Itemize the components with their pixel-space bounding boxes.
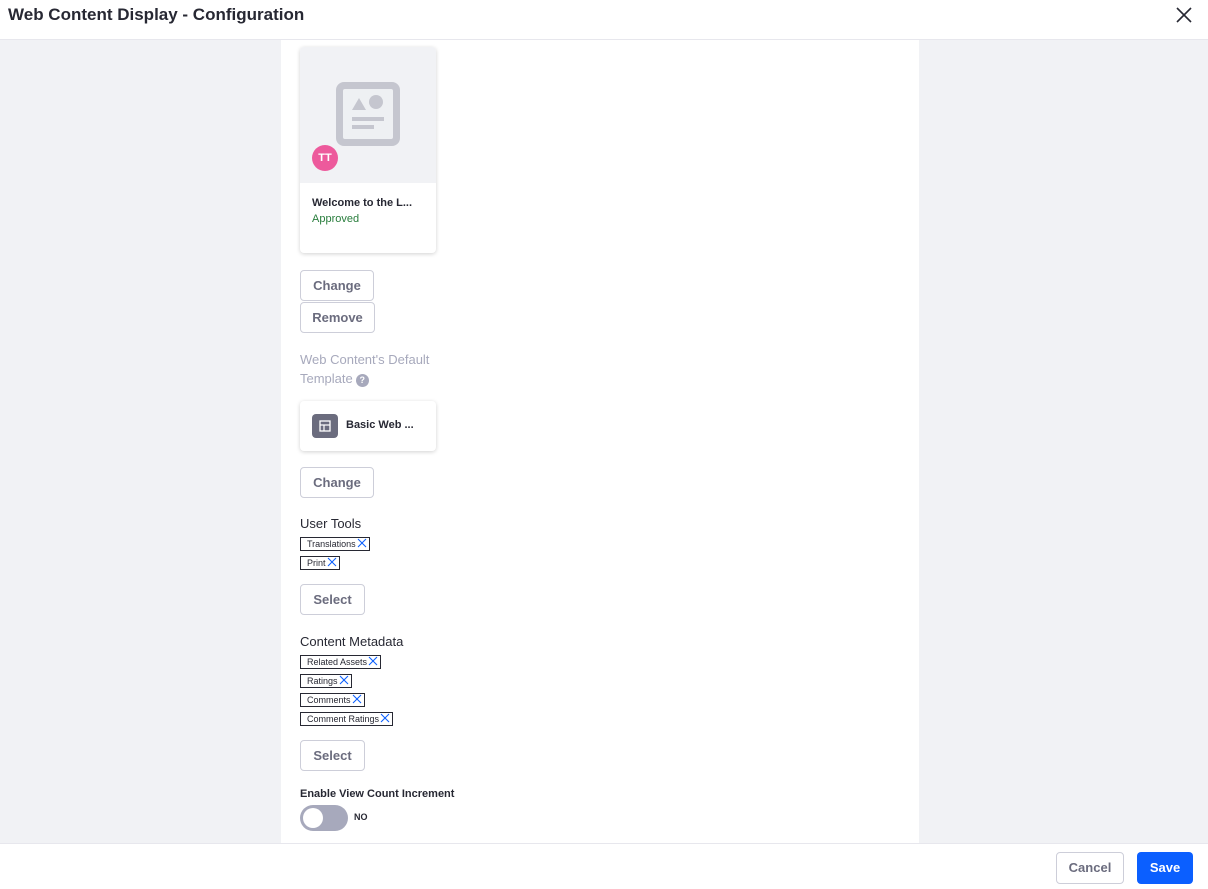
author-avatar: TT [312,145,338,171]
article-status: Approved [312,213,360,225]
template-label-line1: Web Content's Default [300,352,430,367]
remove-tag-icon[interactable] [368,656,378,666]
remove-tag-icon[interactable] [339,675,349,685]
close-button[interactable] [1174,5,1194,25]
remove-tag-icon[interactable] [380,713,390,723]
article-card-image: TT [300,47,436,183]
metadata-tag-comment-ratings: Comment Ratings [300,712,394,726]
remove-tag-icon[interactable] [352,694,362,704]
select-content-metadata-button[interactable]: Select [300,740,365,771]
user-tool-tag-print: Print [300,556,340,570]
user-tool-tag-translations: Translations [300,537,370,551]
modal-title: Web Content Display - Configuration [8,5,305,24]
cancel-button[interactable]: Cancel [1056,852,1124,884]
tag-label: Comment Ratings [307,714,380,724]
toggle-knob [303,808,323,828]
tag-label: Translations [307,539,356,549]
tag-label: Print [307,558,326,568]
tag-label: Related Assets [307,657,368,667]
default-template-card[interactable]: Basic Web ... [300,401,436,451]
tag-label: Ratings [307,676,338,686]
template-label: Web Content's Default Template? [300,350,429,388]
view-count-toggle[interactable] [300,805,348,831]
modal-footer [0,843,1208,889]
view-count-label: Enable View Count Increment [300,788,455,800]
change-template-button[interactable]: Change [300,467,374,498]
close-icon[interactable] [1174,5,1194,25]
metadata-tag-ratings: Ratings [300,674,352,688]
remove-tag-icon[interactable] [327,557,337,567]
metadata-tag-related-assets: Related Assets [300,655,382,669]
modal-header: Web Content Display - Configuration [0,0,1208,40]
remove-article-button[interactable]: Remove [300,302,375,333]
save-button[interactable]: Save [1137,852,1193,884]
template-name: Basic Web ... [346,419,414,431]
help-icon[interactable]: ? [355,374,369,387]
image-placeholder-icon [336,82,400,146]
toggle-state-text: NO [354,812,368,822]
template-icon [312,414,338,438]
template-label-line2: Template [300,371,353,386]
metadata-tag-comments: Comments [300,693,365,707]
content-metadata-label: Content Metadata [300,634,404,649]
change-article-button[interactable]: Change [300,270,374,301]
tag-label: Comments [307,695,351,705]
article-title: Welcome to the L... [312,197,413,209]
selected-article-card[interactable]: TT Welcome to the L... Approved [300,47,436,253]
remove-tag-icon[interactable] [357,538,367,548]
user-tools-label: User Tools [300,516,362,531]
select-user-tools-button[interactable]: Select [300,584,365,615]
